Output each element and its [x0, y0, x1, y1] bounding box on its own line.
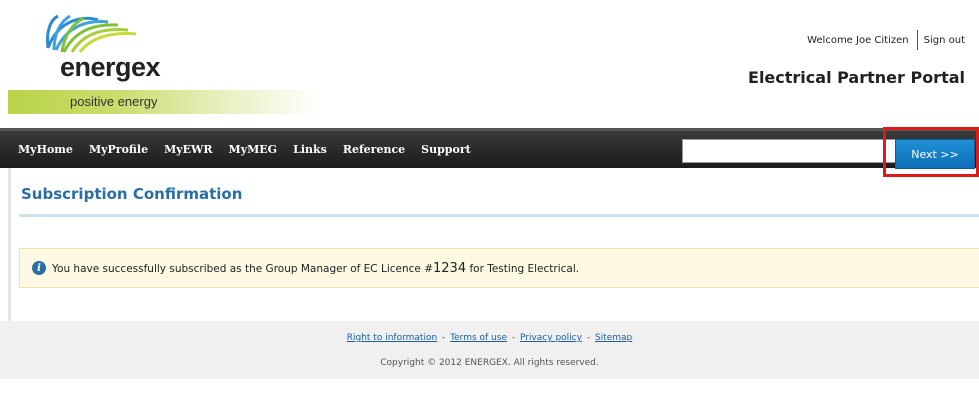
energex-logo[interactable]: energex positive energy — [8, 10, 338, 114]
title-divider — [19, 214, 979, 217]
info-text: You have successfully subscribed as the … — [52, 261, 579, 276]
footer-links: Right to information - Terms of use - Pr… — [0, 333, 979, 343]
footer-link-terms-of-use[interactable]: Terms of use — [450, 333, 507, 343]
nav-item-myhome[interactable]: MyHome — [18, 143, 73, 156]
nav-item-myewr[interactable]: MyEWR — [164, 143, 212, 156]
nav-item-mymeg[interactable]: MyMEG — [229, 143, 278, 156]
footer-link-privacy-policy[interactable]: Privacy policy — [520, 333, 582, 343]
copyright: Copyright © 2012 ENERGEX. All rights res… — [380, 358, 599, 368]
footer-separator: - — [586, 333, 591, 343]
user-area: Welcome Joe Citizen Sign out — [807, 30, 965, 50]
licence-number: 1234 — [433, 260, 467, 276]
logo-tagline: positive energy — [70, 94, 158, 109]
nav-item-reference[interactable]: Reference — [343, 143, 405, 156]
nav-item-myprofile[interactable]: MyProfile — [89, 143, 148, 156]
info-text-before: You have successfully subscribed as the … — [52, 262, 434, 275]
footer-link-sitemap[interactable]: Sitemap — [595, 333, 632, 343]
footer-separator: - — [442, 333, 446, 343]
footer: Right to information - Terms of use - Pr… — [0, 321, 979, 379]
divider — [916, 30, 918, 50]
info-text-after: for Testing Electrical. — [466, 262, 580, 275]
main-nav: MyHome MyProfile MyEWR MyMEG Links Refer… — [0, 128, 979, 168]
info-message: i You have successfully subscribed as th… — [19, 248, 979, 288]
logo-band — [8, 90, 320, 114]
page-title: Subscription Confirmation — [21, 185, 243, 203]
info-icon: i — [32, 261, 46, 275]
footer-link-right-to-information[interactable]: Right to information — [347, 333, 437, 343]
footer-separator: - — [511, 333, 516, 343]
sign-out-link[interactable]: Sign out — [924, 35, 965, 46]
header: energex positive energy Welcome Joe Citi… — [0, 0, 979, 128]
next-button[interactable]: Next >> — [895, 139, 975, 169]
logo-wordmark: energex — [60, 52, 161, 82]
nav-item-links[interactable]: Links — [293, 143, 327, 156]
nav-item-support[interactable]: Support — [421, 143, 471, 156]
nav-items: MyHome MyProfile MyEWR MyMEG Links Refer… — [18, 131, 487, 168]
portal-title: Electrical Partner Portal — [748, 68, 965, 87]
welcome-text: Welcome Joe Citizen — [807, 34, 909, 46]
